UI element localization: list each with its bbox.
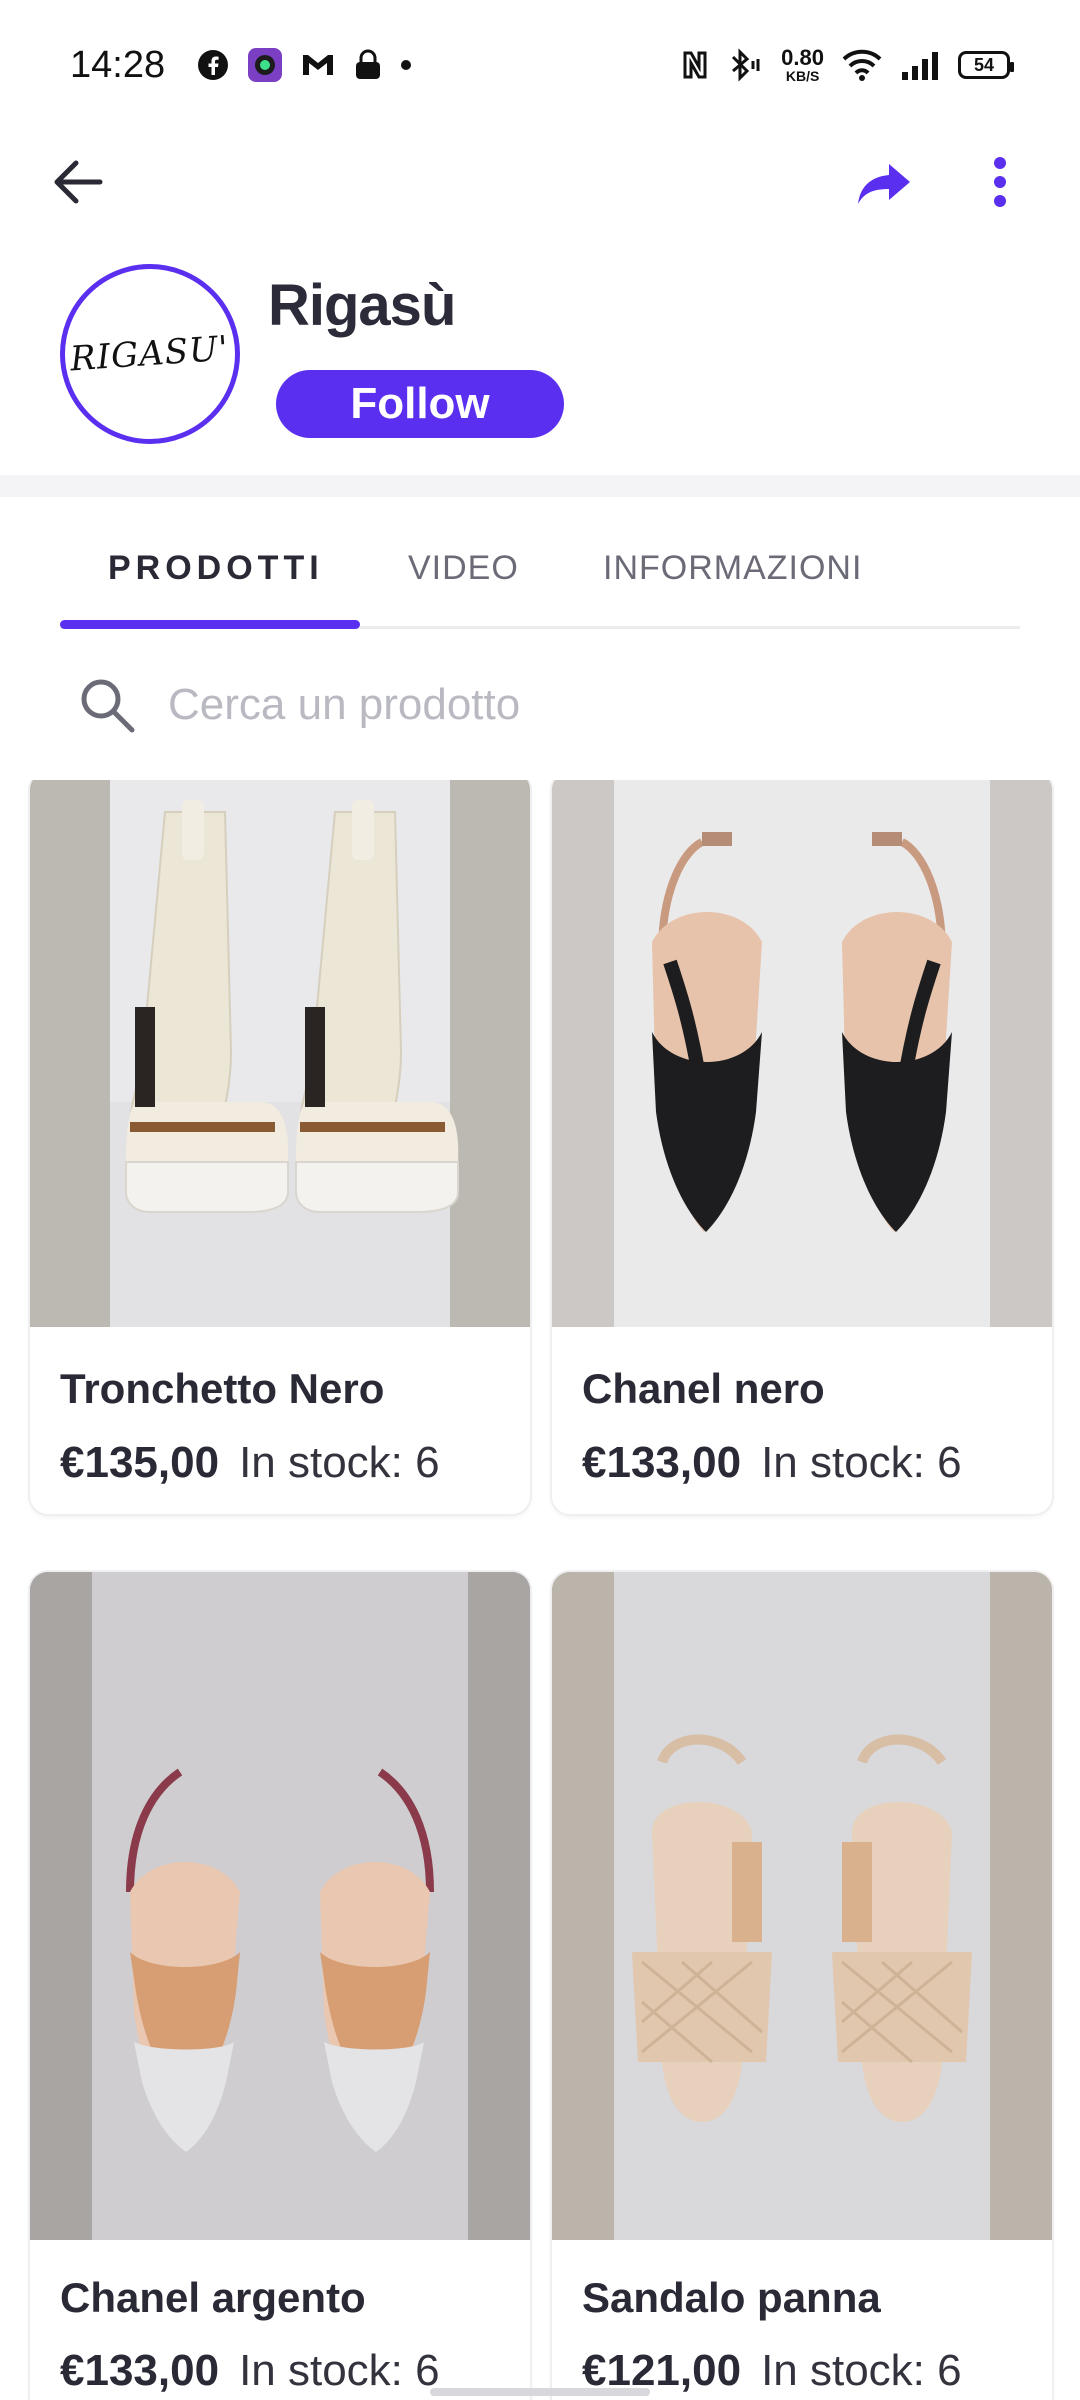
search-icon[interactable] xyxy=(72,670,142,740)
network-speed: 0.80 KB/S xyxy=(781,45,824,84)
home-indicator[interactable] xyxy=(430,2388,650,2396)
product-image xyxy=(30,1572,530,2240)
status-right: 0.80 KB/S 54 xyxy=(681,45,1014,84)
product-grid: Tronchetto Nero €135,00 In stock: 6 Chan… xyxy=(0,780,1080,2400)
product-title: Chanel nero xyxy=(582,1365,825,1412)
shop-name: Rigasù xyxy=(268,273,456,338)
lock-icon xyxy=(353,49,383,81)
shop-logo[interactable]: RIGASU' xyxy=(60,264,240,444)
product-price: €133,00 xyxy=(60,2346,220,2395)
product-card[interactable]: Tronchetto Nero €135,00 In stock: 6 xyxy=(30,780,530,1514)
gmail-icon xyxy=(301,52,335,78)
bluetooth-icon xyxy=(727,48,763,82)
app-bar xyxy=(0,130,1080,230)
battery-icon: 54 xyxy=(958,51,1014,79)
tab-bar: PRODOTTI VIDEO INFORMAZIONI xyxy=(60,497,1020,629)
product-card[interactable]: Chanel argento €133,00 In stock: 6 xyxy=(30,1572,530,2400)
product-title: Tronchetto Nero xyxy=(60,1365,385,1412)
product-stock: In stock: 6 xyxy=(239,2346,440,2395)
network-speed-unit: KB/S xyxy=(785,68,820,84)
share-button[interactable] xyxy=(852,152,916,216)
product-price-row: €133,00 In stock: 6 xyxy=(60,2346,440,2396)
product-title: Chanel argento xyxy=(60,2274,366,2321)
shop-header: RIGASU' Rigasù Follow xyxy=(0,230,1080,475)
product-price: €133,00 xyxy=(582,1438,742,1487)
more-vertical-icon xyxy=(994,157,1006,207)
back-arrow-icon xyxy=(54,160,103,204)
product-price: €135,00 xyxy=(60,1438,220,1487)
product-image xyxy=(552,1572,1052,2240)
follow-button[interactable]: Follow xyxy=(276,370,564,438)
nfc-icon xyxy=(681,49,709,81)
search-input[interactable] xyxy=(166,679,986,731)
signal-icon xyxy=(900,50,940,80)
status-bar: 14:28 0.80 KB/S 54 xyxy=(0,0,1080,130)
product-card[interactable]: Sandalo panna €121,00 In stock: 6 xyxy=(552,1572,1052,2400)
product-image xyxy=(552,780,1052,1327)
status-time: 14:28 xyxy=(70,43,166,86)
product-stock: In stock: 6 xyxy=(761,2346,962,2395)
tab-prodotti[interactable]: PRODOTTI xyxy=(108,549,324,588)
product-card[interactable]: Chanel nero €133,00 In stock: 6 xyxy=(552,780,1052,1514)
shop-logo-text: RIGASU' xyxy=(69,328,231,380)
product-image xyxy=(30,780,530,1327)
product-stock: In stock: 6 xyxy=(761,1438,962,1487)
product-price-row: €133,00 In stock: 6 xyxy=(582,1438,962,1488)
more-options-button[interactable] xyxy=(970,150,1030,214)
product-stock: In stock: 6 xyxy=(239,1438,440,1487)
active-tab-indicator xyxy=(60,620,360,629)
product-title: Sandalo panna xyxy=(582,2274,881,2321)
tab-informazioni[interactable]: INFORMAZIONI xyxy=(603,549,862,588)
wifi-icon xyxy=(842,49,882,81)
camera-app-icon xyxy=(247,47,283,83)
facebook-icon xyxy=(197,49,229,81)
status-left: 14:28 xyxy=(70,43,412,87)
product-price-row: €135,00 In stock: 6 xyxy=(60,1438,440,1488)
back-button[interactable] xyxy=(46,150,110,214)
search-bar xyxy=(60,660,1020,750)
share-icon xyxy=(858,164,910,204)
dot-icon xyxy=(401,60,412,70)
tab-video[interactable]: VIDEO xyxy=(408,549,519,588)
network-speed-value: 0.80 xyxy=(781,45,824,70)
section-divider xyxy=(0,475,1080,497)
